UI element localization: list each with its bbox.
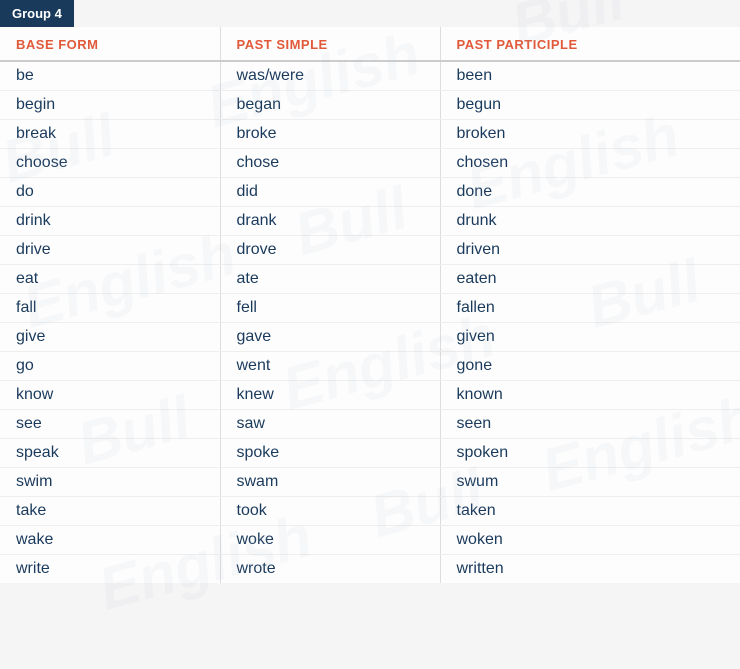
cell-base-form: give <box>0 323 220 352</box>
cell-past-participle: spoken <box>440 439 740 468</box>
cell-past-participle: broken <box>440 120 740 149</box>
cell-past-simple: did <box>220 178 440 207</box>
cell-past-participle: chosen <box>440 149 740 178</box>
cell-past-participle: known <box>440 381 740 410</box>
cell-base-form: see <box>0 410 220 439</box>
table-row: beginbeganbegun <box>0 91 740 120</box>
table-row: knowknewknown <box>0 381 740 410</box>
cell-past-simple: fell <box>220 294 440 323</box>
cell-past-participle: taken <box>440 497 740 526</box>
page-container: BullEnglishBull EnglishBullEnglish BullE… <box>0 0 740 583</box>
cell-past-simple: chose <box>220 149 440 178</box>
cell-base-form: wake <box>0 526 220 555</box>
table-row: choosechosechosen <box>0 149 740 178</box>
cell-past-simple: woke <box>220 526 440 555</box>
irregular-verbs-table: BASE FORM PAST SIMPLE PAST PARTICIPLE be… <box>0 27 740 583</box>
header-past-simple: PAST SIMPLE <box>220 27 440 61</box>
table-row: wakewokewoken <box>0 526 740 555</box>
group-label: Group 4 <box>12 6 62 21</box>
table-row: taketooktaken <box>0 497 740 526</box>
cell-past-participle: driven <box>440 236 740 265</box>
group-header: Group 4 <box>0 0 74 27</box>
cell-base-form: write <box>0 555 220 584</box>
cell-past-simple: was/were <box>220 61 440 91</box>
cell-base-form: take <box>0 497 220 526</box>
table-row: drinkdrankdrunk <box>0 207 740 236</box>
cell-past-simple: took <box>220 497 440 526</box>
table-row: writewrotewritten <box>0 555 740 584</box>
cell-past-participle: gone <box>440 352 740 381</box>
cell-base-form: be <box>0 61 220 91</box>
cell-past-simple: wrote <box>220 555 440 584</box>
cell-past-participle: been <box>440 61 740 91</box>
table-wrapper: BASE FORM PAST SIMPLE PAST PARTICIPLE be… <box>0 27 740 583</box>
cell-past-participle: given <box>440 323 740 352</box>
cell-base-form: fall <box>0 294 220 323</box>
table-body: bewas/werebeenbeginbeganbegunbreakbrokeb… <box>0 61 740 583</box>
cell-base-form: begin <box>0 91 220 120</box>
cell-base-form: go <box>0 352 220 381</box>
cell-base-form: drink <box>0 207 220 236</box>
cell-past-participle: done <box>440 178 740 207</box>
table-row: drivedrovedriven <box>0 236 740 265</box>
cell-past-simple: went <box>220 352 440 381</box>
table-row: seesawseen <box>0 410 740 439</box>
cell-base-form: speak <box>0 439 220 468</box>
header-past-participle: PAST PARTICIPLE <box>440 27 740 61</box>
cell-past-simple: drank <box>220 207 440 236</box>
table-row: eatateeaten <box>0 265 740 294</box>
cell-past-participle: drunk <box>440 207 740 236</box>
cell-past-simple: drove <box>220 236 440 265</box>
cell-base-form: eat <box>0 265 220 294</box>
header-base-form: BASE FORM <box>0 27 220 61</box>
cell-base-form: swim <box>0 468 220 497</box>
cell-past-participle: fallen <box>440 294 740 323</box>
cell-past-simple: gave <box>220 323 440 352</box>
table-row: bewas/werebeen <box>0 61 740 91</box>
cell-past-simple: broke <box>220 120 440 149</box>
cell-past-participle: eaten <box>440 265 740 294</box>
cell-base-form: know <box>0 381 220 410</box>
cell-past-simple: began <box>220 91 440 120</box>
table-row: dodiddone <box>0 178 740 207</box>
cell-past-simple: ate <box>220 265 440 294</box>
cell-past-participle: swum <box>440 468 740 497</box>
table-header-row: BASE FORM PAST SIMPLE PAST PARTICIPLE <box>0 27 740 61</box>
table-row: speakspokespoken <box>0 439 740 468</box>
cell-past-simple: swam <box>220 468 440 497</box>
cell-base-form: choose <box>0 149 220 178</box>
cell-past-participle: seen <box>440 410 740 439</box>
table-row: gowentgone <box>0 352 740 381</box>
cell-base-form: drive <box>0 236 220 265</box>
table-row: givegavegiven <box>0 323 740 352</box>
cell-past-participle: woken <box>440 526 740 555</box>
table-row: swimswamswum <box>0 468 740 497</box>
cell-base-form: break <box>0 120 220 149</box>
table-row: breakbrokebroken <box>0 120 740 149</box>
cell-past-simple: saw <box>220 410 440 439</box>
cell-base-form: do <box>0 178 220 207</box>
cell-past-participle: begun <box>440 91 740 120</box>
table-row: fallfellfallen <box>0 294 740 323</box>
cell-past-simple: knew <box>220 381 440 410</box>
cell-past-participle: written <box>440 555 740 584</box>
cell-past-simple: spoke <box>220 439 440 468</box>
